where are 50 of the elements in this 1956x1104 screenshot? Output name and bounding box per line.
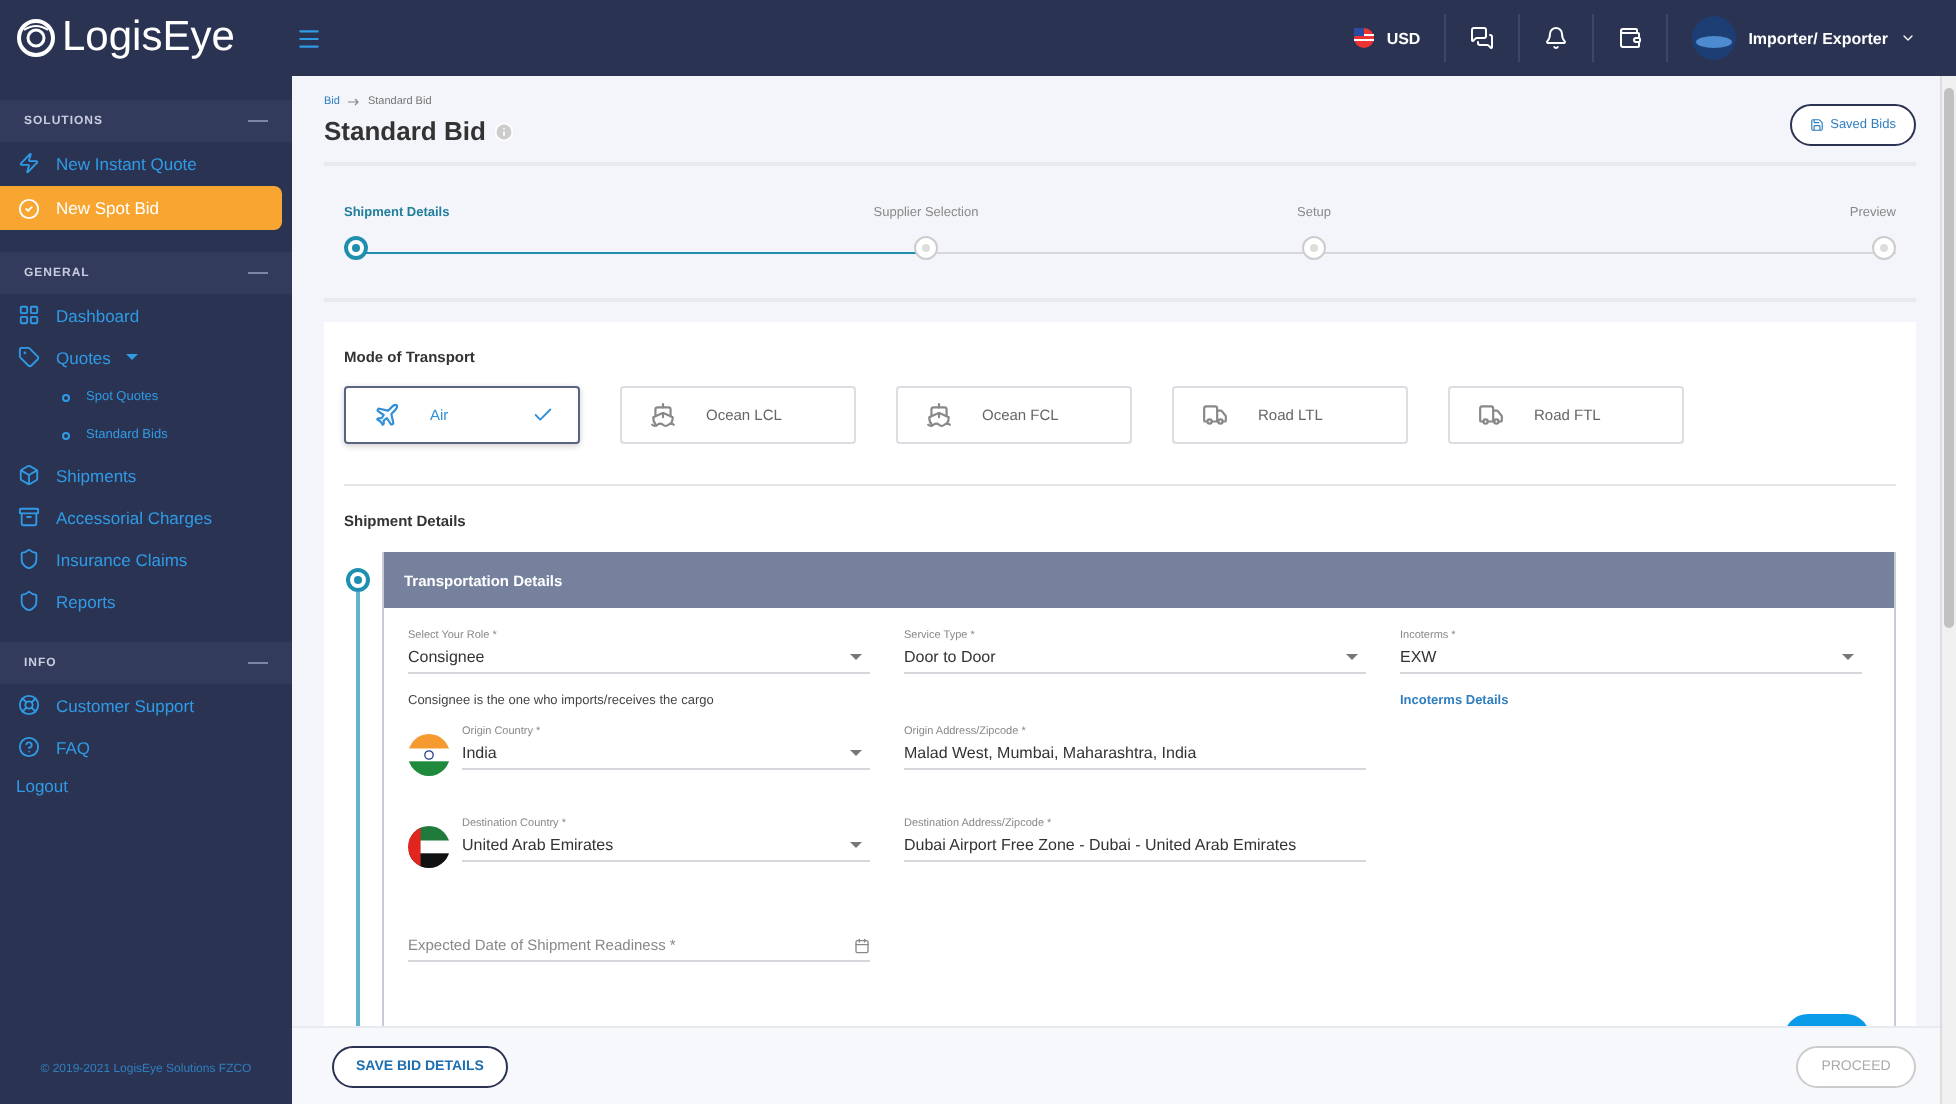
caret-icon[interactable] — [1900, 30, 1916, 46]
logo-icon — [16, 18, 56, 58]
user-role[interactable]: Importer/ Exporter — [1748, 29, 1888, 47]
step-marker[interactable] — [1302, 235, 1326, 259]
check-icon — [532, 404, 554, 426]
nav-icon — [18, 590, 40, 612]
arrow-icon — [347, 98, 360, 106]
nav-icon — [18, 736, 40, 758]
nav-icon — [18, 694, 40, 716]
sidebar-item[interactable]: Shipments — [0, 454, 282, 496]
nav-icon — [18, 506, 40, 528]
sidebar-item[interactable]: Dashboard — [0, 294, 282, 336]
step-marker[interactable] — [1872, 235, 1896, 259]
bullet-icon — [62, 431, 70, 439]
ship-icon — [926, 402, 952, 428]
ship-icon — [650, 402, 676, 428]
india-flag-icon — [408, 734, 450, 776]
wallet-icon[interactable] — [1618, 26, 1643, 50]
nav-icon — [18, 464, 40, 486]
save-icon — [1810, 118, 1825, 132]
nav-icon — [18, 304, 40, 326]
truck-icon — [1202, 402, 1228, 428]
plane-icon — [374, 402, 400, 428]
timeline-marker — [345, 568, 369, 592]
logout-link[interactable]: Logout — [0, 768, 292, 804]
nav-icon — [18, 152, 40, 174]
truck-icon — [1478, 402, 1504, 428]
bullet-icon — [62, 393, 70, 401]
sidebar-item[interactable]: Quotes — [0, 336, 282, 378]
notification-icon[interactable] — [1544, 26, 1569, 50]
nav-icon — [18, 548, 40, 570]
step-marker[interactable] — [344, 235, 368, 259]
sidebar-item[interactable]: Insurance Claims — [0, 538, 282, 580]
step-marker[interactable] — [914, 235, 938, 259]
sidebar-item[interactable]: FAQ — [0, 726, 282, 768]
sidebar-item[interactable]: New Instant Quote — [0, 142, 282, 184]
logo-text: LogisEye — [62, 14, 235, 62]
sidebar-item[interactable]: Reports — [0, 580, 282, 622]
currency-label[interactable]: USD — [1386, 29, 1421, 47]
calendar-icon[interactable] — [854, 937, 870, 953]
sidebar-item[interactable]: Accessorial Charges — [0, 496, 282, 538]
nav-icon — [18, 197, 40, 219]
us-flag-icon — [1354, 28, 1375, 48]
avatar-icon[interactable] — [1692, 16, 1737, 60]
menu-icon[interactable] — [296, 25, 322, 51]
page-title: Standard Bid — [324, 116, 486, 146]
uae-flag-icon — [408, 826, 450, 868]
chat-icon[interactable] — [1470, 26, 1495, 50]
sidebar-item[interactable]: Customer Support — [0, 684, 282, 726]
nav-icon — [18, 346, 40, 368]
